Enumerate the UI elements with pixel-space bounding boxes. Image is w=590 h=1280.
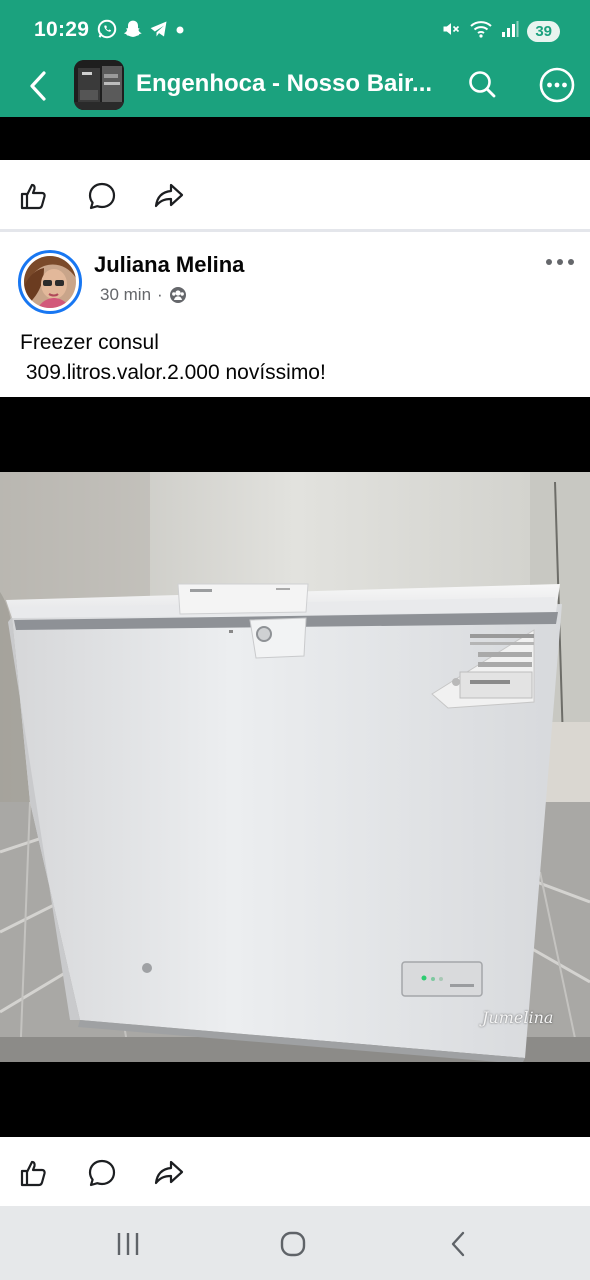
post-time[interactable]: 30 min: [100, 285, 151, 305]
back-button[interactable]: [22, 66, 54, 106]
more-horizontal-icon: [546, 259, 574, 265]
post-reaction-bar: [0, 1137, 590, 1207]
comment-icon: [88, 182, 116, 210]
search-icon: [469, 71, 496, 98]
share-button[interactable]: [151, 178, 187, 214]
group-title[interactable]: Engenhoca - Nosso Bair...: [136, 70, 436, 98]
search-button[interactable]: [462, 64, 502, 104]
system-icons: 39: [441, 18, 560, 44]
meta-separator: ·: [157, 285, 163, 304]
group-audience-icon: [169, 287, 186, 303]
post-text: Freezer consul 309.litros.valor.2.000 no…: [20, 328, 326, 388]
post-text-line-1: Freezer consul: [20, 331, 159, 354]
previous-post-reaction-bar: [0, 160, 590, 230]
comment-icon: [88, 1159, 116, 1187]
avatar[interactable]: [18, 250, 82, 314]
chevron-left-icon: [30, 71, 46, 101]
telegram-icon: [148, 19, 170, 44]
wifi-icon: [469, 19, 493, 44]
share-icon: [154, 183, 184, 208]
notification-icons: [96, 18, 185, 44]
like-button[interactable]: [16, 178, 52, 214]
home-icon: [280, 1231, 306, 1257]
status-time: 10:29: [34, 18, 90, 41]
home-button[interactable]: [271, 1224, 315, 1264]
top-bar: 10:29 39 Engenhoca - Nosso Bair...: [0, 0, 590, 117]
recent-apps-button[interactable]: [106, 1224, 150, 1264]
signal-icon: [501, 20, 519, 43]
more-horizontal-circle-icon: [539, 67, 575, 103]
app-bar: Engenhoca - Nosso Bair...: [0, 58, 590, 114]
like-icon: [20, 183, 46, 210]
comment-button[interactable]: [84, 178, 120, 214]
share-icon: [154, 1160, 184, 1185]
photo-watermark: Jumelina: [482, 1008, 554, 1027]
photo-letterbox-bottom: [0, 1062, 590, 1137]
system-back-button[interactable]: [436, 1224, 480, 1264]
snapchat-icon: [123, 18, 143, 45]
recent-apps-icon: [117, 1233, 139, 1255]
share-button[interactable]: [151, 1155, 187, 1191]
post-photo[interactable]: [0, 472, 590, 1062]
dot-icon: [175, 22, 185, 40]
previous-media-strip: [0, 117, 590, 160]
like-button[interactable]: [16, 1155, 52, 1191]
whatsapp-icon: [96, 18, 118, 45]
post-meta: 30 min ·: [100, 285, 187, 305]
like-icon: [20, 1160, 46, 1187]
back-icon: [451, 1231, 465, 1257]
mute-icon: [441, 19, 461, 44]
post-text-line-2: 309.litros.valor.2.000 novíssimo!: [20, 361, 326, 384]
battery-indicator: 39: [527, 20, 560, 42]
post-options-button[interactable]: [540, 248, 580, 276]
author-name[interactable]: Juliana Melina: [94, 252, 244, 278]
photo-letterbox-top: [0, 397, 590, 472]
group-avatar[interactable]: [74, 60, 124, 110]
comment-button[interactable]: [84, 1155, 120, 1191]
system-navigation-bar: [0, 1206, 590, 1280]
status-bar: 10:29 39: [0, 0, 590, 62]
more-options-button[interactable]: [536, 64, 578, 106]
post-header: Juliana Melina 30 min · Freezer consul 3…: [0, 232, 590, 397]
